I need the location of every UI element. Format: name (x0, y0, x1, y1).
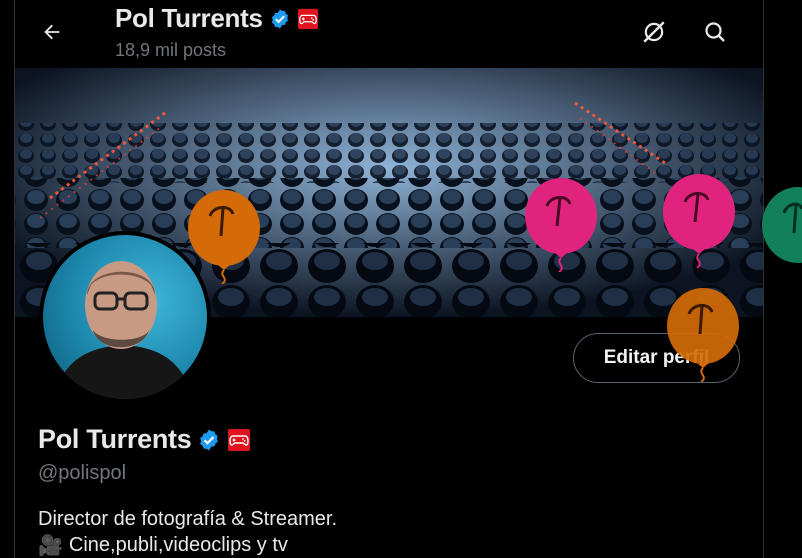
bio-line-2: 🎥 Cine,publi,videoclips y tv (38, 533, 288, 558)
balloon-icon (525, 178, 597, 272)
grok-icon (643, 21, 665, 43)
balloon-icon (762, 187, 802, 263)
bio-line-1: Director de fotografía & Streamer. (38, 508, 338, 530)
verified-badge-icon (271, 8, 288, 29)
profile-name-row: Pol Turrents (38, 424, 251, 455)
avatar[interactable] (39, 231, 211, 403)
verified-badge-icon[interactable] (197, 428, 221, 452)
back-button[interactable] (34, 14, 70, 50)
game-controller-icon (297, 8, 318, 29)
search-icon (705, 22, 725, 42)
header-title: Pol Turrents (115, 3, 319, 34)
bio-line-2-text: Cine,publi,videoclips y tv (68, 534, 288, 556)
column-border-right (763, 0, 764, 558)
header-name: Pol Turrents (115, 3, 263, 33)
movie-camera-icon: 🎥 (38, 535, 63, 557)
post-count: 18,9 mil posts (115, 40, 227, 60)
balloon-icon (667, 288, 739, 382)
arrow-left-icon (44, 24, 60, 40)
search-button[interactable] (697, 14, 733, 50)
avatar-photo (43, 235, 207, 399)
profile-name: Pol Turrents (38, 424, 192, 454)
game-controller-icon (228, 428, 251, 451)
profile-header: Pol Turrents 18,9 mil posts (0, 0, 802, 68)
profile-handle: @polispol (38, 462, 127, 484)
grok-button[interactable] (636, 14, 672, 50)
balloon-icon (663, 174, 735, 268)
